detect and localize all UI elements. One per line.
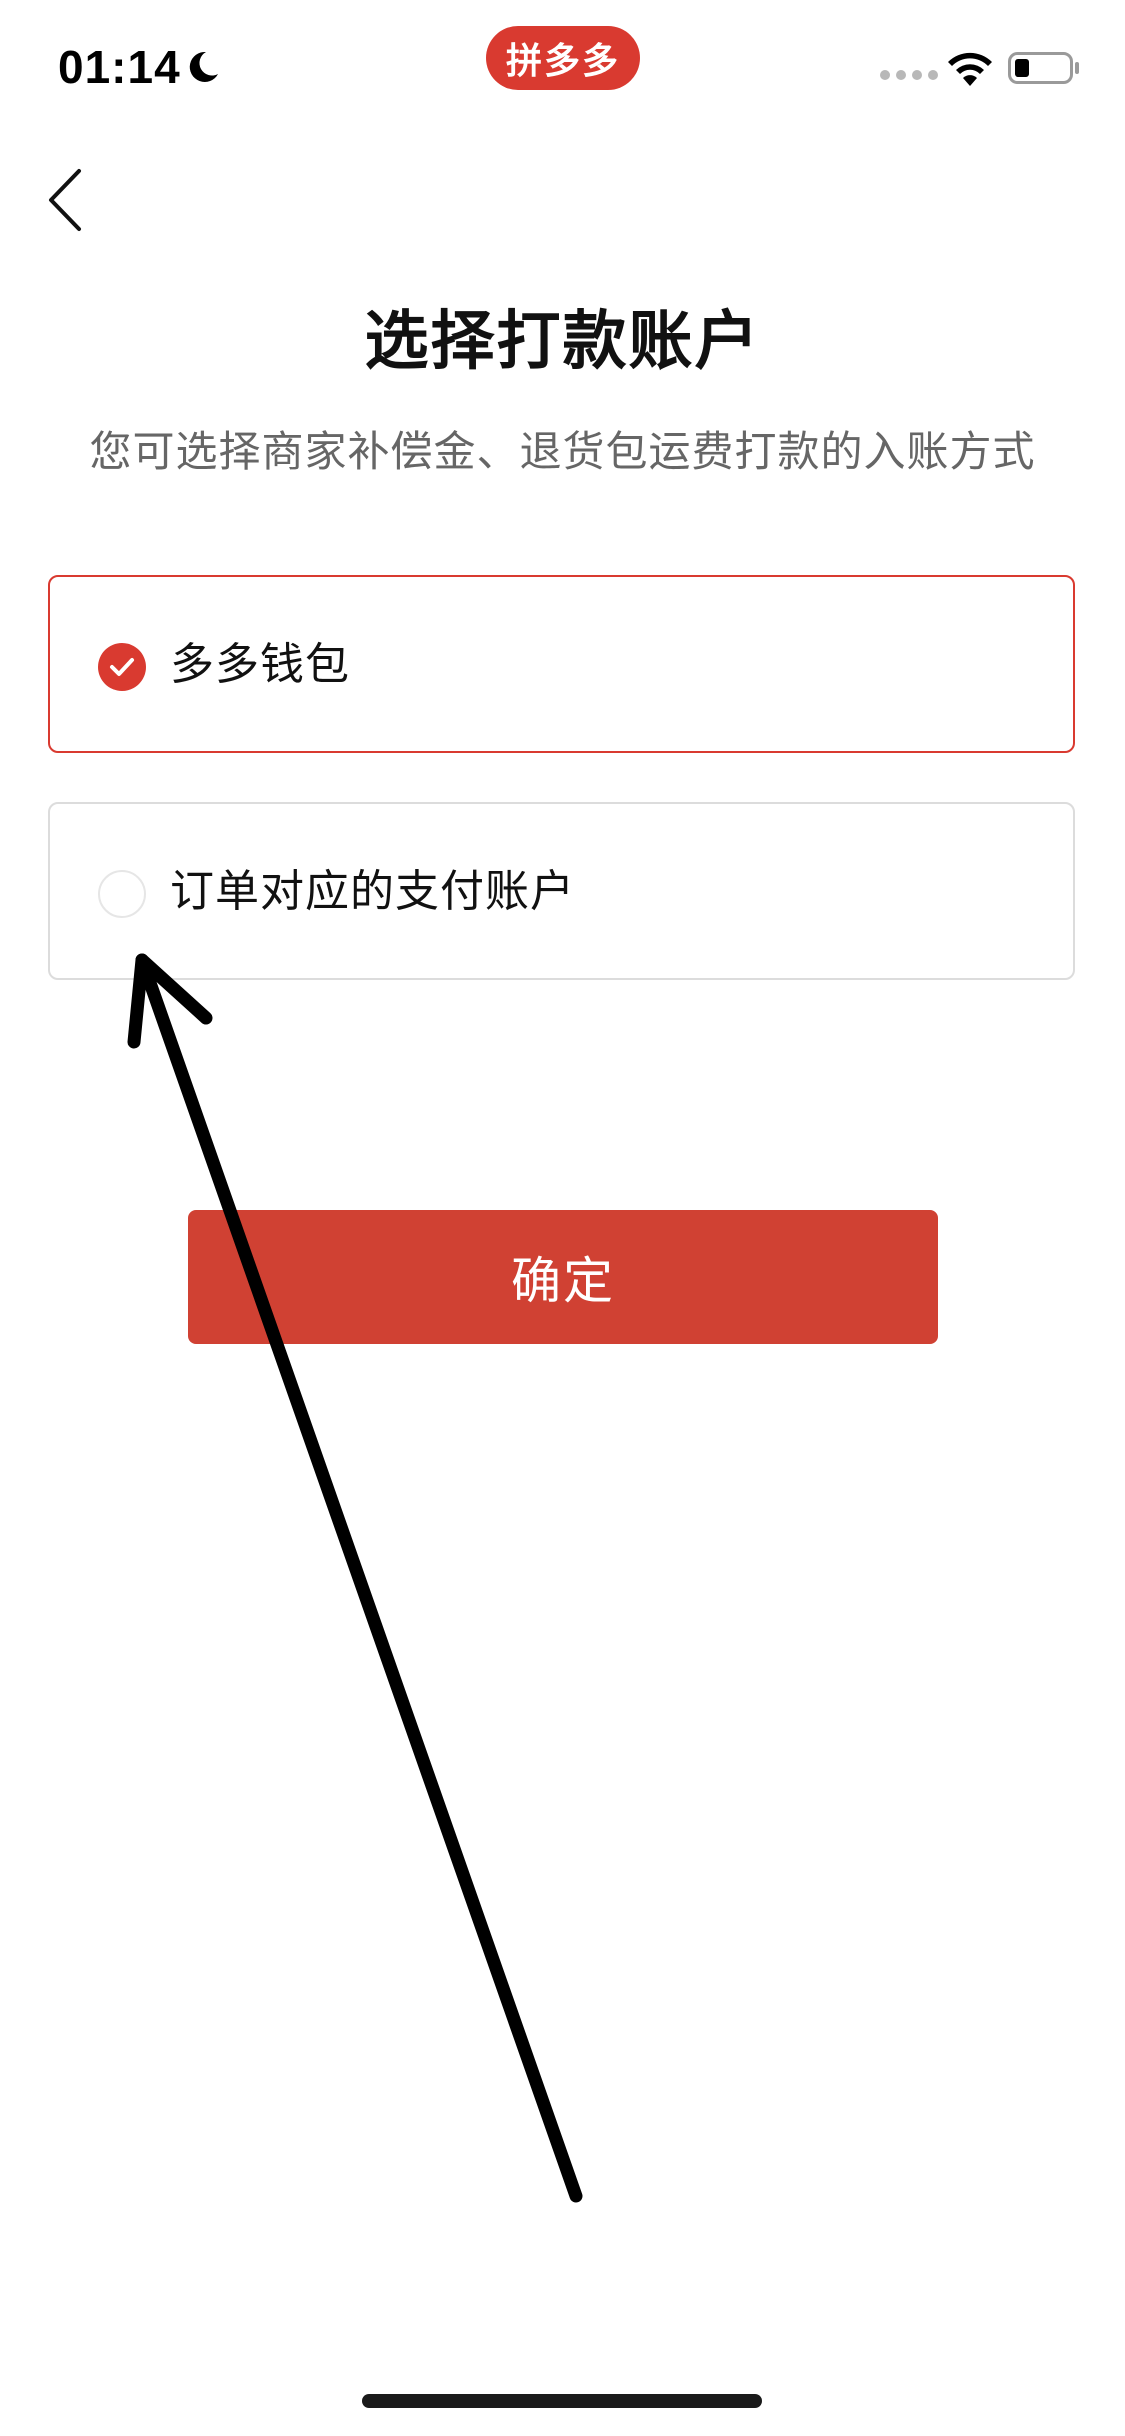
status-bar: 01:14 拼多多 xyxy=(0,0,1125,140)
page-title: 选择打款账户 xyxy=(364,305,761,379)
home-indicator xyxy=(362,2394,762,2408)
checkmark-icon xyxy=(110,658,134,676)
back-button[interactable] xyxy=(30,160,100,240)
option-order-payment-account[interactable]: 订单对应的支付账户 xyxy=(48,802,1075,980)
moon-icon xyxy=(189,51,218,82)
confirm-button[interactable]: 确定 xyxy=(188,1210,938,1344)
battery-icon xyxy=(1008,52,1079,84)
wifi-icon xyxy=(948,52,992,86)
option-duoduo-wallet[interactable]: 多多钱包 xyxy=(48,575,1075,753)
radio-unchecked-icon[interactable] xyxy=(98,870,146,918)
page-subtitle: 您可选择商家补偿金、退货包运费打款的入账方式 xyxy=(89,427,1036,476)
radio-checked-icon[interactable] xyxy=(98,643,146,691)
option-label: 订单对应的支付账户 xyxy=(170,866,575,917)
chevron-left-icon xyxy=(49,169,81,231)
app-badge: 拼多多 xyxy=(486,26,640,90)
cellular-signal-icon xyxy=(880,70,938,80)
option-label: 多多钱包 xyxy=(170,639,350,690)
status-time: 01:14 xyxy=(58,41,181,93)
